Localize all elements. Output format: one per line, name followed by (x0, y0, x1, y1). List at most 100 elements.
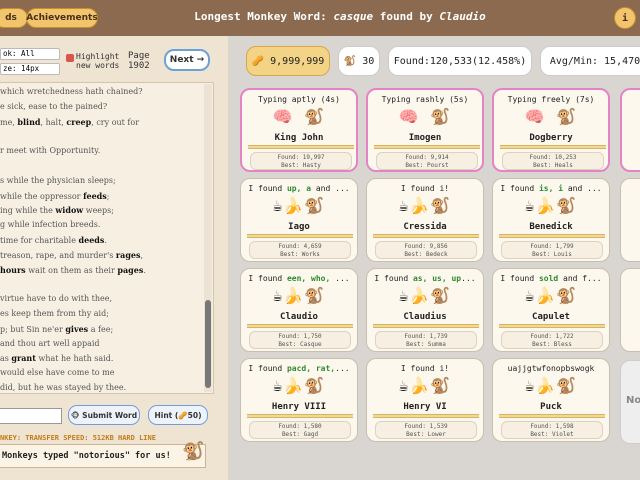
best-word: Best: Heals (533, 162, 573, 169)
coffee-banana-monkey-icon: ☕🍌🐒 (398, 196, 452, 215)
coins-counter: 🥜 9,999,999 (246, 46, 330, 76)
text-line: p; but Sin ne'er gives a fee; (0, 323, 114, 334)
book-select[interactable]: ok: All (0, 48, 60, 60)
monkey-icon: 🐒 (182, 441, 205, 462)
monkey-card[interactable]: I found is, i and ... ☕🍌🐒 Benedick Found: 1… (492, 178, 610, 262)
card-status: uajjgtwfonopbswogk (507, 364, 595, 373)
monkey-name: King John (274, 133, 324, 143)
highlight-checkbox[interactable] (66, 54, 74, 62)
monkey-stats: Found: 1,739 Best: Summa (375, 331, 477, 349)
page-title: Longest Monkey Word: casque found by Cla… (194, 10, 486, 23)
found-count: Found: 9,856 (404, 243, 448, 250)
scrollbar-thumb[interactable] (205, 300, 211, 388)
monkey-card[interactable]: I found pacd, rat,... ☕🍌🐒 Henry VIII Found:… (240, 358, 358, 442)
best-word: Best: Pourst (405, 162, 449, 169)
text-line: es keep them from thy aid; (0, 309, 109, 318)
card-status: I found pacd, rat,... (248, 364, 350, 373)
monkey-card[interactable]: Typing freely (7s) 🧠 🐒 Dogberry Found: 10,2… (492, 88, 610, 172)
reading-panel: ok: All ze: 14px Highlight new words Pag… (0, 36, 228, 480)
monkey-card[interactable]: Typing rashly (5s) 🧠 🐒 Imogen Found: 9,914 B… (366, 88, 484, 172)
text-line: as grant what he hath said. (0, 353, 114, 364)
words-button[interactable]: ds (0, 8, 28, 28)
monkey-stats: Found: 1,750 Best: Casque (249, 331, 351, 349)
monkey-name: Capulet (532, 312, 570, 322)
avg-counter: Avg/Min: 15,470 (540, 46, 640, 76)
progress-bar (499, 324, 605, 328)
locked-card[interactable]: No (620, 360, 640, 444)
found-count: Found: 1,539 (404, 423, 448, 430)
monkey-card[interactable]: I found i! ☕🍌🐒 Cressida Found: 9,856 Best: B… (366, 178, 484, 262)
monkey-card[interactable]: I found een, who, ... ☕🍌🐒 Claudio Found: 1,… (240, 268, 358, 352)
text-line: e sick, ease to the pained? (0, 101, 108, 111)
coffee-banana-monkey-icon: ☕🍌🐒 (398, 286, 452, 305)
found-count: Found: 1,799 (530, 243, 574, 250)
text-line: while the oppressor feeds; (0, 190, 110, 201)
card-status: I found up, a and ... (248, 184, 350, 193)
text-line: did, but he was stayed by thee. (0, 383, 127, 392)
monkey-card-partial[interactable] (620, 88, 640, 172)
next-page-button[interactable]: Next → (164, 49, 210, 71)
monkey-name: Imogen (408, 133, 442, 143)
card-status: I found as, us, up... (374, 274, 476, 283)
progress-bar (374, 145, 480, 149)
achievements-button[interactable]: Achievements (26, 8, 98, 28)
monkey-card-partial[interactable] (620, 178, 640, 262)
found-count: Found: 1,750 (278, 333, 322, 340)
info-button[interactable]: i (614, 7, 636, 29)
page-number: 1902 (128, 61, 150, 71)
progress-bar (499, 234, 605, 238)
monkey-stats: Found: 9,856 Best: Bedeck (375, 241, 477, 259)
best-word: Best: Casque (278, 341, 322, 348)
monkey-stats: Found: 1,580 Best: Gagd (249, 421, 351, 439)
monkey-card[interactable]: I found i! ☕🍌🐒 Henry VI Found: 1,539 Best: L… (366, 358, 484, 442)
monkey-icon: 🐒 (343, 55, 357, 67)
progress-bar (500, 145, 606, 149)
word-input[interactable] (0, 408, 62, 424)
peanut-icon: 🥜 (251, 55, 265, 67)
text-line: r meet with Opportunity. (0, 146, 101, 156)
best-word: Best: Lower (406, 431, 446, 438)
monkey-stats: Found: 1,598 Best: Violet (501, 421, 603, 439)
status-ticker: NKEY: TRANSFER SPEED: 512KB HARD LINE (0, 434, 156, 442)
text-line: g while infection breeds. (0, 220, 101, 230)
found-count: Found: 4,659 (278, 243, 322, 250)
card-status: I found i! (400, 364, 450, 373)
text-line: ing while the widow weeps; (0, 205, 114, 216)
coffee-banana-monkey-icon: ☕🍌🐒 (272, 376, 326, 395)
text-line: time for charitable deeds. (0, 235, 107, 245)
text-line: treason, rape, and murder's rages, (0, 249, 144, 260)
brain-icon: 🧠 🐒 (398, 107, 452, 126)
hint-button[interactable]: Hint (🥜50) (148, 405, 208, 425)
text-line: s while the physician sleeps; (0, 175, 116, 185)
monkey-stats: Found: 4,659 Best: Works (249, 241, 351, 259)
submit-word-button[interactable]: 🐵 Submit Word (68, 405, 140, 425)
coffee-banana-monkey-icon: ☕🍌🐒 (524, 196, 578, 215)
monkey-message: Monkeys typed "notorious" for us! (0, 444, 206, 468)
monkey-card[interactable]: uajjgtwfonopbswogk ☕🍌🐒 Puck Found: 1,598 Bes… (492, 358, 610, 442)
highlight-label: Highlight (76, 52, 120, 61)
card-status: Typing freely (7s) (507, 95, 595, 104)
monkey-stats: Found: 10,253 Best: Heals (502, 152, 604, 170)
monkey-card[interactable]: Typing aptly (4s) 🧠 🐒 King John Found: 19,9… (240, 88, 358, 172)
progress-bar (248, 145, 354, 149)
card-status: Typing aptly (4s) (258, 95, 340, 104)
text-display: which wretchedness hath chained? e sick, … (0, 82, 214, 394)
monkey-card[interactable]: I found up, a and ... ☕🍌🐒 Iago Found: 4,659… (240, 178, 358, 262)
text-line: me, blind, halt, creep, cry out for (0, 116, 140, 127)
found-count: Found: 1,598 (530, 423, 574, 430)
coffee-banana-monkey-icon: ☕🍌🐒 (524, 286, 578, 305)
progress-bar (373, 234, 479, 238)
font-size-select[interactable]: ze: 14px (0, 63, 60, 75)
brain-icon: 🧠 🐒 (524, 107, 578, 126)
monkey-card[interactable]: I found as, us, up... ☕🍌🐒 Claudius Found: 1… (366, 268, 484, 352)
monkey-name: Henry VIII (271, 402, 327, 412)
monkey-stats: Found: 9,914 Best: Pourst (376, 152, 478, 170)
found-count: Found: 1,722 (530, 333, 574, 340)
monkey-card[interactable]: I found sold and f... ☕🍌🐒 Capulet Found: 1,… (492, 268, 610, 352)
best-word: Best: Bedeck (404, 251, 448, 258)
monkey-card-partial[interactable] (620, 268, 640, 352)
progress-bar (247, 324, 353, 328)
text-line: virtue have to do with thee, (0, 294, 113, 304)
highlight-label-2: new words (76, 61, 120, 70)
card-status: I found sold and f... (500, 274, 602, 283)
